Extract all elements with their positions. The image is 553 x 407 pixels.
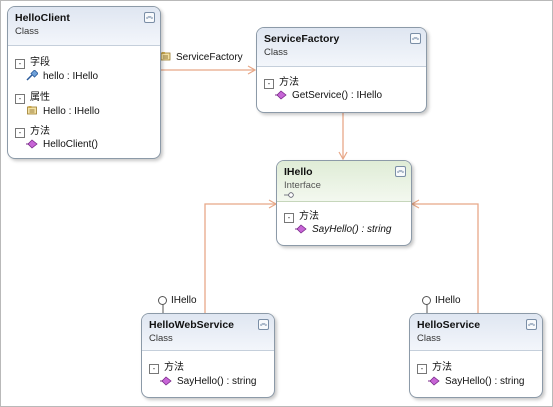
section-title: 方法 [30, 126, 50, 137]
member-row[interactable]: SayHello() : string [160, 376, 256, 387]
section-title: 方法 [299, 211, 319, 222]
class-header: ServiceFactory Class ︽ [257, 28, 426, 67]
section-methods[interactable]: - 方法 [149, 358, 184, 374]
association-label: ServiceFactory [160, 51, 243, 63]
lollipop-icon-web [158, 296, 167, 305]
class-hello-service[interactable]: HelloService Class ︽ - 方法 SayHello() : st… [409, 313, 543, 398]
section-fields[interactable]: - 字段 [15, 53, 50, 69]
minus-icon[interactable]: - [264, 79, 274, 89]
section-title: 属性 [30, 92, 50, 103]
class-header: HelloClient Class ︽ [8, 7, 160, 46]
section-title: 字段 [30, 57, 50, 68]
method-icon [160, 376, 172, 386]
class-kind: Class [149, 333, 173, 344]
class-header: HelloWebService Class ︽ [142, 314, 274, 351]
lollipop-icon-service [422, 296, 431, 305]
class-hello-client[interactable]: HelloClient Class ︽ - 字段 hello : IHello -… [7, 6, 161, 159]
class-name: HelloWebService [149, 319, 235, 331]
minus-icon[interactable]: - [15, 128, 25, 138]
member-text: SayHello() : string [177, 376, 257, 387]
interface-ihello[interactable]: IHello Interface ︽ - 方法 SayHello() : stri… [276, 160, 412, 246]
member-row[interactable]: Hello : IHello [26, 105, 100, 117]
member-text: SayHello() : string [312, 224, 392, 235]
interface-kind: Interface [284, 180, 321, 191]
section-properties[interactable]: - 属性 [15, 88, 50, 104]
member-row[interactable]: SayHello() : string [428, 376, 524, 387]
member-row[interactable]: GetService() : IHello [275, 90, 382, 101]
collapse-icon[interactable]: ︽ [410, 33, 421, 44]
member-text: HelloClient() [43, 139, 99, 150]
class-hello-web-service[interactable]: HelloWebService Class ︽ - 方法 SayHello() :… [141, 313, 275, 398]
lollipop-label-web: IHello [171, 295, 197, 306]
method-icon [428, 376, 440, 386]
class-kind: Class [417, 333, 441, 344]
member-text: GetService() : IHello [292, 90, 383, 101]
member-text: hello : IHello [43, 71, 99, 82]
method-icon [295, 224, 307, 234]
lollipop-label-service: IHello [435, 295, 461, 306]
section-title: 方法 [164, 362, 184, 373]
method-icon [275, 90, 287, 100]
section-methods[interactable]: - 方法 [15, 122, 50, 138]
class-header: HelloService Class ︽ [410, 314, 542, 351]
member-row[interactable]: HelloClient() [26, 139, 98, 150]
field-icon [26, 70, 38, 81]
interface-name: IHello [284, 166, 313, 178]
method-icon [26, 139, 38, 149]
section-methods[interactable]: - 方法 [264, 73, 299, 89]
section-methods[interactable]: - 方法 [417, 358, 452, 374]
collapse-icon[interactable]: ︽ [258, 319, 269, 330]
class-name: HelloService [417, 319, 481, 331]
class-name: HelloClient [15, 12, 70, 24]
section-title: 方法 [432, 362, 452, 373]
section-title: 方法 [279, 77, 299, 88]
class-kind: Class [264, 47, 288, 58]
realization-line-web[interactable] [204, 199, 278, 316]
property-icon [27, 106, 37, 115]
collapse-icon[interactable]: ︽ [144, 12, 155, 23]
member-text: SayHello() : string [445, 376, 525, 387]
minus-icon[interactable]: - [15, 94, 25, 104]
collapse-icon[interactable]: ︽ [526, 319, 537, 330]
interface-header: IHello Interface ︽ [277, 161, 411, 202]
section-methods[interactable]: - 方法 [284, 207, 319, 223]
member-text: Hello : IHello [43, 106, 100, 117]
member-row[interactable]: hello : IHello [26, 70, 98, 82]
minus-icon[interactable]: - [284, 213, 294, 223]
class-service-factory[interactable]: ServiceFactory Class ︽ - 方法 GetService() … [256, 27, 427, 113]
collapse-icon[interactable]: ︽ [395, 166, 406, 177]
class-kind: Class [15, 26, 39, 37]
minus-icon[interactable]: - [15, 59, 25, 69]
interface-icon [284, 192, 294, 198]
minus-icon[interactable]: - [417, 364, 427, 374]
class-name: ServiceFactory [264, 33, 340, 45]
member-row[interactable]: SayHello() : string [295, 224, 391, 235]
association-label-text: ServiceFactory [176, 52, 243, 63]
property-icon [160, 52, 171, 61]
minus-icon[interactable]: - [149, 364, 159, 374]
